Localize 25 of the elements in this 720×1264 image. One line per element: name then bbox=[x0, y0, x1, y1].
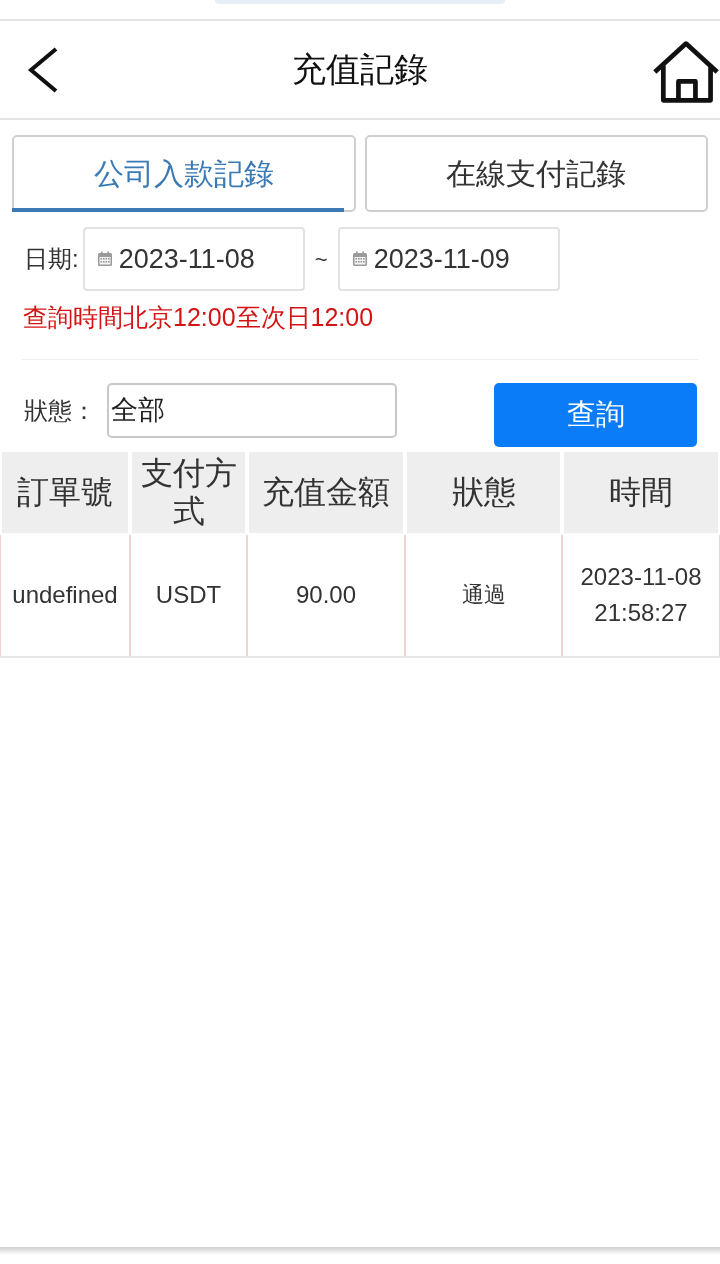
query-time-note: 查詢時間北京12:00至次日12:00 bbox=[22, 302, 375, 333]
range-separator: ~ bbox=[313, 245, 329, 274]
query-button[interactable]: 查詢 bbox=[494, 382, 697, 447]
status-label: 狀態： bbox=[24, 395, 97, 426]
calendar-icon bbox=[96, 251, 113, 267]
table-cell: USDT bbox=[130, 534, 247, 656]
column-header: 訂單號 bbox=[0, 449, 130, 535]
table-cell: undefined bbox=[0, 534, 130, 656]
column-header: 充值金額 bbox=[247, 449, 405, 535]
date-label: 日期: bbox=[24, 244, 79, 274]
table-cell: 通過 bbox=[405, 534, 562, 656]
status-select[interactable]: 全部 bbox=[107, 382, 397, 438]
back-button[interactable] bbox=[26, 45, 60, 94]
start-date-field[interactable]: 2023-11-08 bbox=[82, 227, 305, 291]
column-header: 狀態 bbox=[405, 449, 562, 535]
column-header: 支付方式 bbox=[130, 449, 247, 535]
table-cell: 2023-11-08 21:58:27 bbox=[562, 534, 720, 656]
table-cell: 90.00 bbox=[247, 534, 405, 656]
back-icon bbox=[27, 46, 59, 93]
tab[interactable]: 公司入款記錄 bbox=[12, 135, 356, 212]
calendar-icon bbox=[351, 251, 368, 267]
end-date-field[interactable]: 2023-11-09 bbox=[337, 227, 560, 291]
page-title: 充值記錄 bbox=[292, 49, 428, 90]
tab[interactable]: 在線支付記錄 bbox=[364, 135, 708, 212]
column-header: 時間 bbox=[562, 449, 720, 535]
